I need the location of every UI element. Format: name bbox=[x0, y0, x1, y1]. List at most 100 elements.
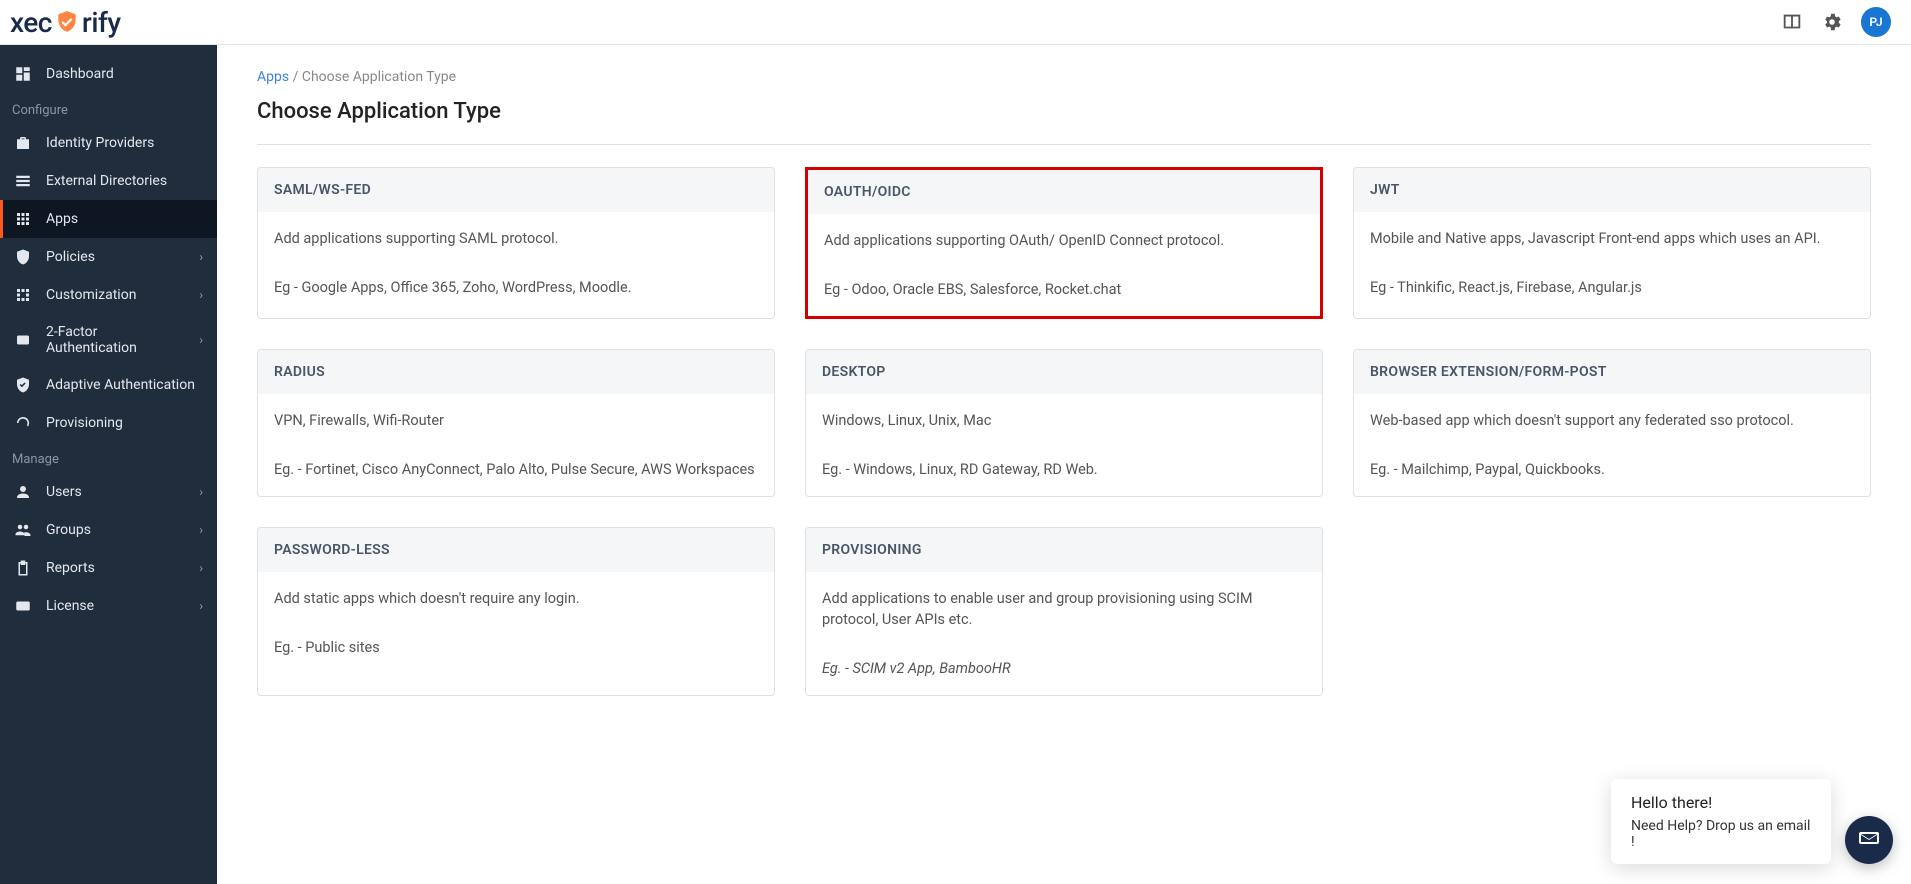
brand-logo[interactable]: xec rify bbox=[10, 6, 121, 39]
app-type-card[interactable]: PROVISIONING Add applications to enable u… bbox=[805, 527, 1323, 696]
sidebar-item-label: License bbox=[46, 598, 94, 614]
chevron-right-icon: › bbox=[199, 288, 203, 302]
chevron-right-icon: › bbox=[199, 250, 203, 264]
card-example: Eg. - Fortinet, Cisco AnyConnect, Palo A… bbox=[274, 459, 758, 480]
app-type-card[interactable]: OAUTH/OIDC Add applications supporting OA… bbox=[805, 167, 1323, 319]
chevron-right-icon: › bbox=[199, 561, 203, 575]
sidebar-item-label: 2-Factor Authentication bbox=[46, 324, 185, 356]
sidebar-item-label: Provisioning bbox=[46, 415, 123, 431]
card-example: Eg - Thinkific, React.js, Firebase, Angu… bbox=[1370, 277, 1854, 298]
sidebar-item-apps[interactable]: Apps bbox=[0, 200, 217, 238]
card-title: PROVISIONING bbox=[806, 528, 1322, 572]
app-type-card[interactable]: SAML/WS-FED Add applications supporting S… bbox=[257, 167, 775, 319]
card-body: Windows, Linux, Unix, Mac Eg. - Windows, … bbox=[806, 394, 1322, 496]
sidebar-item-adaptive-auth[interactable]: Adaptive Authentication bbox=[0, 366, 217, 404]
card-title: RADIUS bbox=[258, 350, 774, 394]
app-type-card[interactable]: PASSWORD-LESSAdd static apps which doesn… bbox=[257, 527, 775, 696]
sidebar-item-external-directories[interactable]: External Directories bbox=[0, 162, 217, 200]
card-description: Windows, Linux, Unix, Mac bbox=[822, 410, 1306, 431]
chevron-right-icon: › bbox=[199, 599, 203, 613]
dashboard-icon bbox=[14, 65, 32, 83]
app-type-card[interactable]: DESKTOP Windows, Linux, Unix, Mac Eg. - Wi… bbox=[805, 349, 1323, 497]
brand-post: rify bbox=[82, 6, 121, 39]
brand-pre: xec bbox=[10, 6, 52, 39]
card-example: Eg. - Mailchimp, Paypal, Quickbooks. bbox=[1370, 459, 1854, 480]
breadcrumb-root[interactable]: Apps bbox=[257, 69, 289, 85]
card-body: Add applications to enable user and grou… bbox=[806, 572, 1322, 695]
sidebar-item-label: Groups bbox=[46, 522, 91, 538]
sidebar-item-policies[interactable]: Policies › bbox=[0, 238, 217, 276]
book-icon[interactable] bbox=[1781, 11, 1803, 33]
card-example: Eg. - SCIM v2 App, BambooHR bbox=[822, 658, 1306, 679]
main-content: Apps / Choose Application Type Choose Ap… bbox=[217, 45, 1911, 884]
sidebar-item-label: Dashboard bbox=[46, 66, 114, 82]
app-type-card[interactable]: BROWSER EXTENSION/FORM-POST Web-based app… bbox=[1353, 349, 1871, 497]
shield-check-small-icon bbox=[14, 376, 32, 394]
chat-prompt: Need Help? Drop us an email ! bbox=[1631, 818, 1811, 850]
sync-icon bbox=[14, 414, 32, 432]
card-title: JWT bbox=[1354, 168, 1870, 212]
clipboard-icon bbox=[14, 559, 32, 577]
card-title: BROWSER EXTENSION/FORM-POST bbox=[1354, 350, 1870, 394]
sidebar-item-reports[interactable]: Reports › bbox=[0, 549, 217, 587]
sidebar-item-label: Policies bbox=[46, 249, 95, 265]
card-title: OAUTH/OIDC bbox=[808, 170, 1320, 214]
shield-icon bbox=[14, 248, 32, 266]
sidebar-item-users[interactable]: Users › bbox=[0, 473, 217, 511]
chevron-right-icon: › bbox=[199, 333, 203, 347]
breadcrumb-current: Choose Application Type bbox=[302, 69, 456, 85]
card-example: Eg - Odoo, Oracle EBS, Salesforce, Rocke… bbox=[824, 279, 1304, 300]
card-body: Web-based app which doesn't support any … bbox=[1354, 394, 1870, 496]
briefcase-icon bbox=[14, 134, 32, 152]
card-title: SAML/WS-FED bbox=[258, 168, 774, 212]
sidebar-item-dashboard[interactable]: Dashboard bbox=[0, 55, 217, 93]
sidebar-section-manage: Manage bbox=[0, 442, 217, 473]
sidebar-item-label: Adaptive Authentication bbox=[46, 377, 195, 393]
chevron-right-icon: › bbox=[199, 523, 203, 537]
chat-greeting: Hello there! bbox=[1631, 793, 1811, 812]
topbar-right: PJ bbox=[1781, 7, 1891, 37]
sidebar-item-label: Users bbox=[46, 484, 82, 500]
list-icon bbox=[14, 172, 32, 190]
card-description: VPN, Firewalls, Wifi-Router bbox=[274, 410, 758, 431]
card-description: Add static apps which doesn't require an… bbox=[274, 588, 758, 609]
avatar[interactable]: PJ bbox=[1861, 7, 1891, 37]
sidebar-item-label: Reports bbox=[46, 560, 95, 576]
card-description: Add applications to enable user and grou… bbox=[822, 588, 1306, 630]
breadcrumb: Apps / Choose Application Type bbox=[257, 69, 1871, 85]
sidebar-item-groups[interactable]: Groups › bbox=[0, 511, 217, 549]
page-title: Choose Application Type bbox=[257, 99, 1871, 124]
user-icon bbox=[14, 483, 32, 501]
chevron-right-icon: › bbox=[199, 485, 203, 499]
card-description: Add applications supporting SAML protoco… bbox=[274, 228, 758, 249]
card-title: DESKTOP bbox=[806, 350, 1322, 394]
card-example: Eg - Google Apps, Office 365, Zoho, Word… bbox=[274, 277, 758, 298]
card-icon bbox=[14, 597, 32, 615]
app-type-card[interactable]: RADIUS VPN, Firewalls, Wifi-Router Eg. - F… bbox=[257, 349, 775, 497]
apps-grid-icon bbox=[14, 210, 32, 228]
breadcrumb-sep: / bbox=[293, 69, 302, 85]
puzzle-icon bbox=[14, 286, 32, 304]
card-description: Mobile and Native apps, Javascript Front… bbox=[1370, 228, 1854, 249]
card-body: VPN, Firewalls, Wifi-Router Eg. - Fortine… bbox=[258, 394, 774, 496]
sidebar-item-label: External Directories bbox=[46, 173, 167, 189]
topbar: xec rify PJ bbox=[0, 0, 1911, 45]
sidebar-item-license[interactable]: License › bbox=[0, 587, 217, 625]
card-body: Add applications supporting OAuth/ OpenI… bbox=[808, 214, 1320, 316]
app-type-card[interactable]: JWT Mobile and Native apps, Javascript Fr… bbox=[1353, 167, 1871, 319]
gear-icon[interactable] bbox=[1821, 11, 1843, 33]
sidebar-item-identity-providers[interactable]: Identity Providers bbox=[0, 124, 217, 162]
card-example: Eg. - Public sites bbox=[274, 637, 758, 658]
sidebar-item-customization[interactable]: Customization › bbox=[0, 276, 217, 314]
sidebar-item-provisioning[interactable]: Provisioning bbox=[0, 404, 217, 442]
card-example: Eg. - Windows, Linux, RD Gateway, RD Web… bbox=[822, 459, 1306, 480]
card-body: Add applications supporting SAML protoco… bbox=[258, 212, 774, 314]
card-description: Web-based app which doesn't support any … bbox=[1370, 410, 1854, 431]
chat-fab[interactable] bbox=[1845, 816, 1893, 864]
chat-popover[interactable]: Hello there! Need Help? Drop us an email… bbox=[1611, 779, 1831, 864]
sidebar-item-2fa[interactable]: 2-Factor Authentication › bbox=[0, 314, 217, 366]
card-description: Add applications supporting OAuth/ OpenI… bbox=[824, 230, 1304, 251]
sidebar-item-label: Apps bbox=[46, 211, 78, 227]
divider bbox=[257, 144, 1871, 145]
sidebar-section-configure: Configure bbox=[0, 93, 217, 124]
